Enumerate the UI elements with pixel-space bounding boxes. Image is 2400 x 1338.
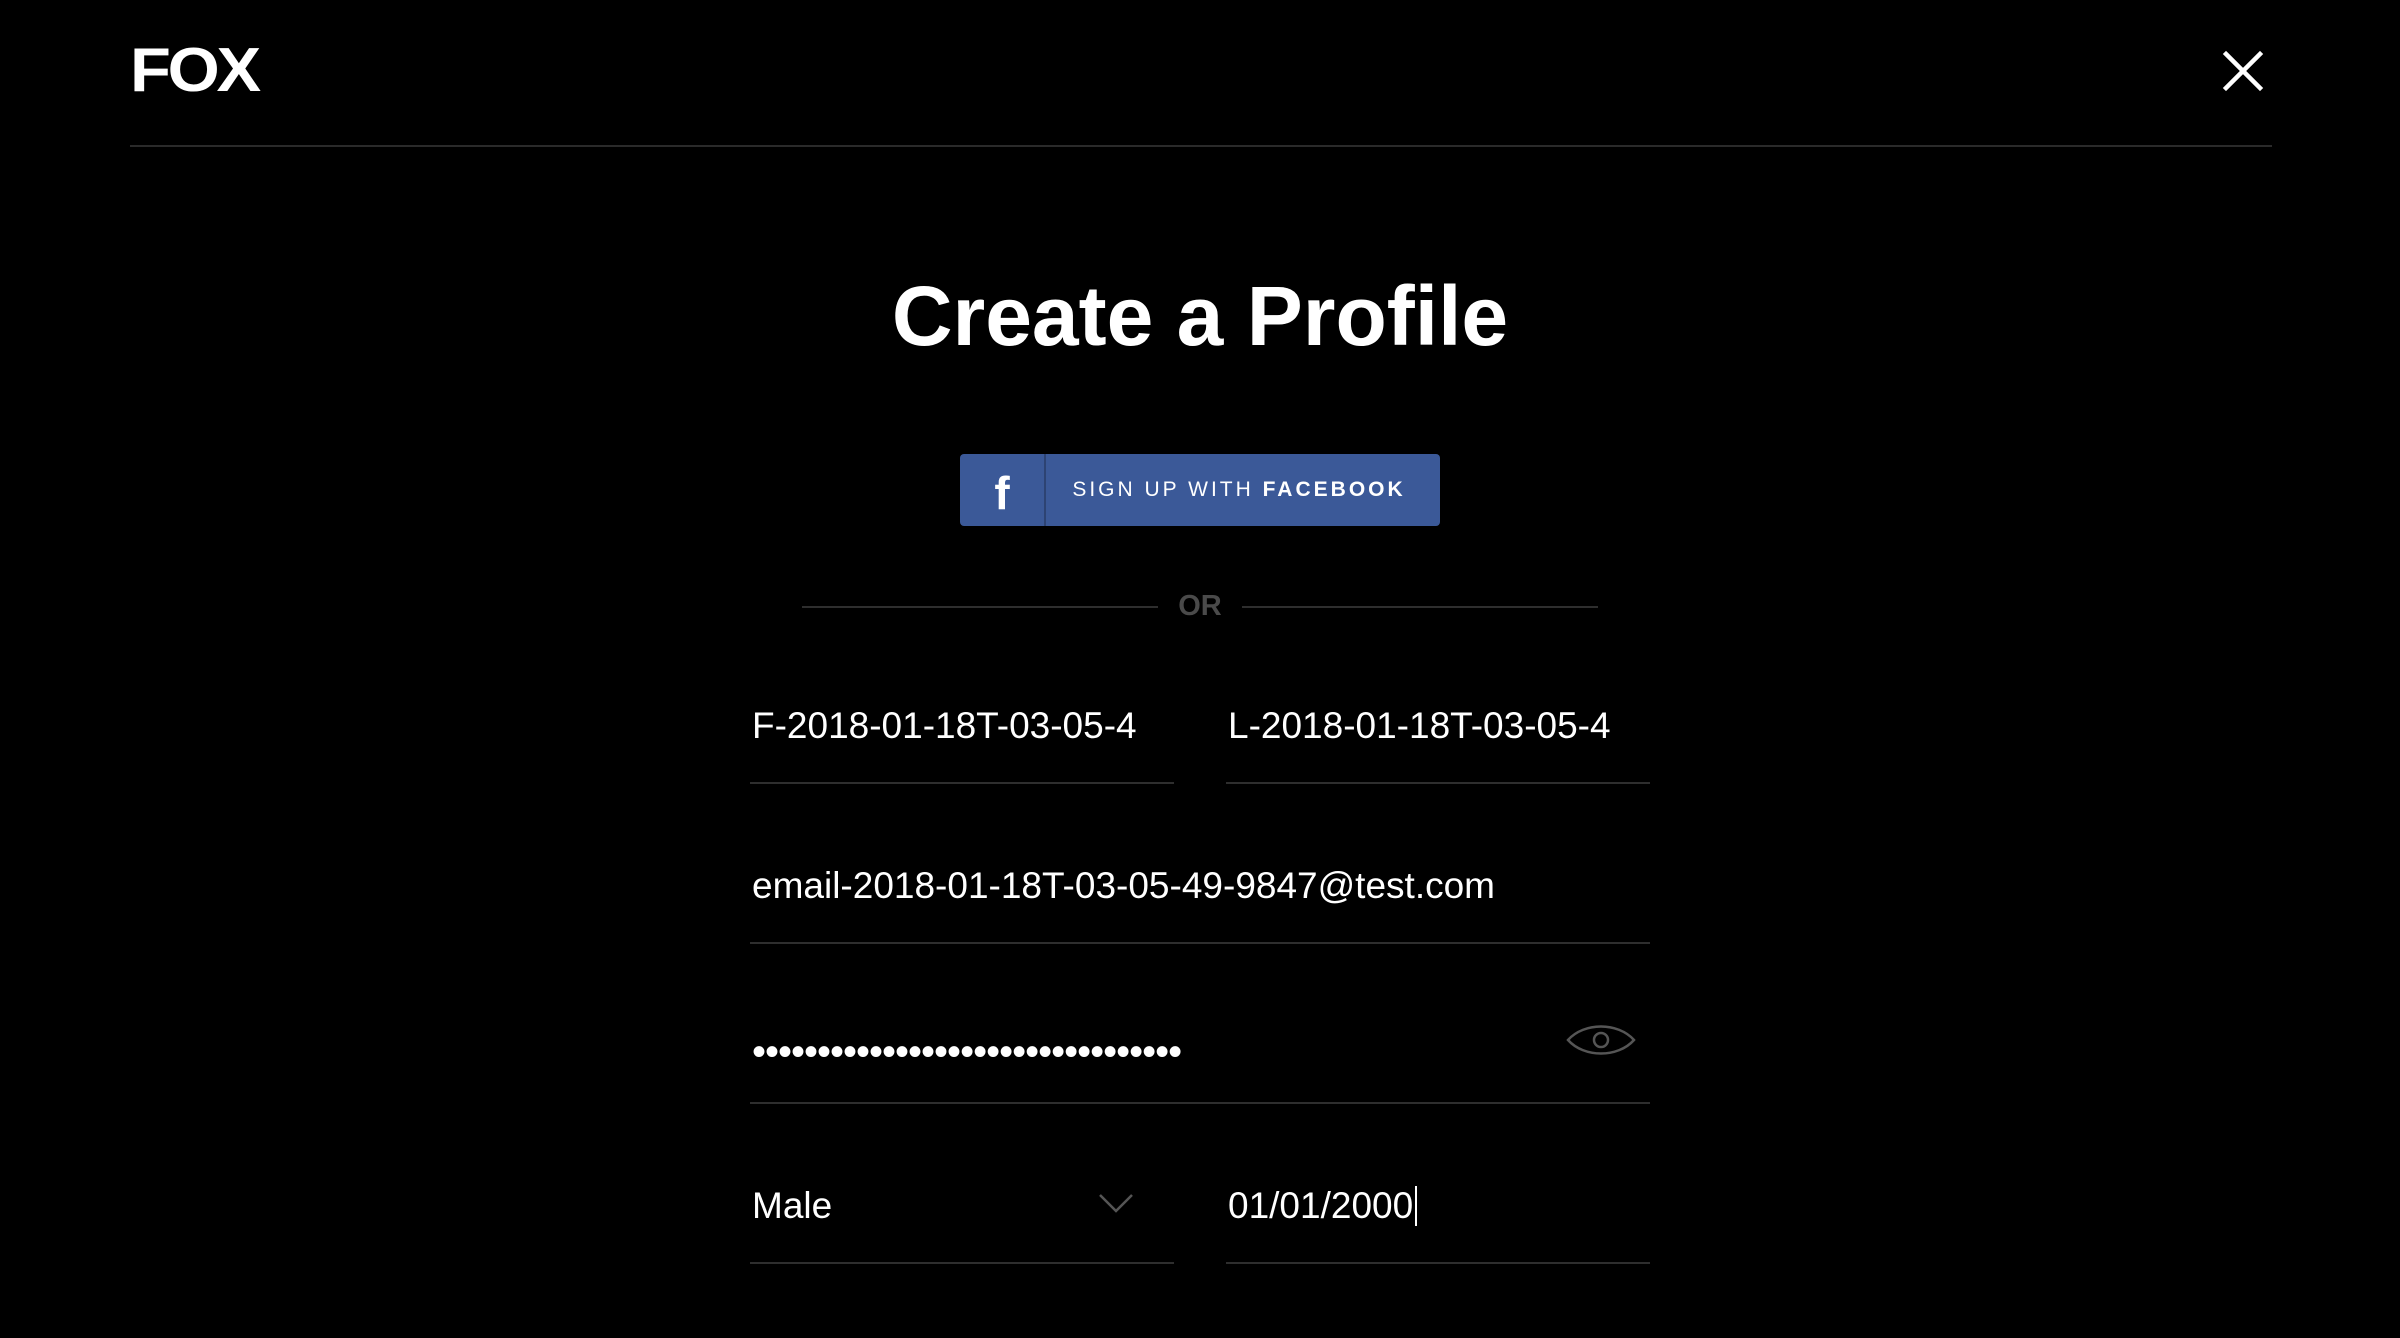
- show-password-toggle[interactable]: [1566, 1020, 1636, 1060]
- facebook-label-prefix: SIGN UP WITH: [1072, 478, 1263, 501]
- password-value: •••••••••••••••••••••••••••••••••: [752, 1030, 1182, 1074]
- facebook-label-bold: FACEBOOK: [1262, 478, 1406, 501]
- text-cursor: [1415, 1186, 1418, 1226]
- create-profile-page: FOX Create a Profile f SIGN UP WITH FACE…: [0, 0, 2400, 1338]
- gender-dropdown-toggle[interactable]: [1098, 1192, 1134, 1214]
- last-name-field[interactable]: L-2018-01-18T-03-05-4: [1226, 702, 1650, 784]
- date-of-birth-field[interactable]: 01/01/2000: [1226, 1182, 1650, 1264]
- password-field[interactable]: •••••••••••••••••••••••••••••••••: [750, 1022, 1650, 1104]
- fox-logo[interactable]: FOX: [130, 40, 261, 102]
- facebook-icon-box: f: [960, 454, 1046, 526]
- divider-line-right: [1242, 606, 1598, 608]
- header: FOX: [130, 0, 2272, 147]
- first-name-field[interactable]: F-2018-01-18T-03-05-4: [750, 702, 1174, 784]
- gender-value: Male: [752, 1185, 833, 1226]
- eye-icon: [1566, 1025, 1636, 1055]
- last-name-value: L-2018-01-18T-03-05-4: [1228, 705, 1611, 746]
- facebook-signup-label: SIGN UP WITH FACEBOOK: [1046, 478, 1440, 502]
- page-title: Create a Profile: [891, 269, 1509, 363]
- email-value: email-2018-01-18T-03-05-49-9847@test.com: [752, 865, 1495, 906]
- close-icon: [2222, 50, 2264, 92]
- or-divider: OR: [802, 586, 1598, 626]
- chevron-down-icon: [1099, 1194, 1133, 1213]
- gender-select[interactable]: Male: [750, 1182, 1174, 1264]
- date-of-birth-value-wrap: 01/01/2000: [1228, 1185, 1418, 1226]
- facebook-icon: f: [994, 467, 1010, 519]
- close-button[interactable]: [2214, 42, 2272, 100]
- date-of-birth-value: 01/01/2000: [1228, 1185, 1414, 1226]
- first-name-value: F-2018-01-18T-03-05-4: [752, 705, 1137, 746]
- email-field[interactable]: email-2018-01-18T-03-05-49-9847@test.com: [750, 862, 1650, 944]
- facebook-signup-button[interactable]: f SIGN UP WITH FACEBOOK: [960, 454, 1440, 526]
